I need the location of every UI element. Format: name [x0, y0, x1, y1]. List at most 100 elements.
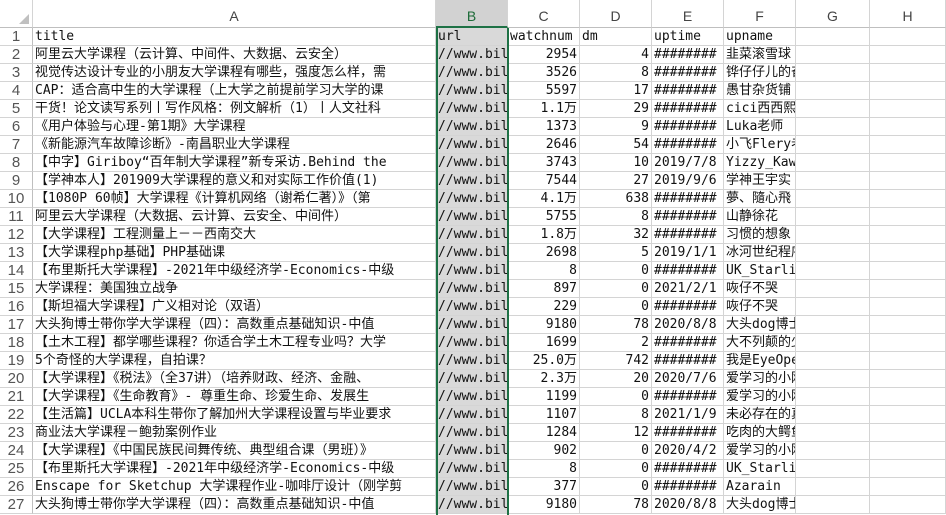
cell-e3[interactable]: ######## — [652, 64, 724, 82]
cell-a4[interactable]: CAP：适合高中生的大学课程（上大学之前提前学习大学的课 — [33, 82, 436, 100]
cell-e21[interactable]: ######## — [652, 388, 724, 406]
cell-a19[interactable]: 5个奇怪的大学课程，自拍课？ — [33, 352, 436, 370]
cell-b25[interactable]: //www.bil — [436, 460, 508, 478]
cell-e14[interactable]: ######## — [652, 262, 724, 280]
cell-d12[interactable]: 32 — [580, 226, 652, 244]
cell-g15[interactable] — [796, 280, 870, 298]
cell-e8[interactable]: 2019/7/8 — [652, 154, 724, 172]
cell-e9[interactable]: 2019/9/6 — [652, 172, 724, 190]
cell-g27[interactable] — [796, 496, 870, 514]
cell-d8[interactable]: 10 — [580, 154, 652, 172]
cell-a22[interactable]: 【生活篇】UCLA本科生带你了解加州大学课程设置与毕业要求 — [33, 406, 436, 424]
cell-h25[interactable] — [870, 460, 946, 478]
cell-a5[interactable]: 干货！论文读写系列丨写作风格：例文解析（1）丨人文社科 — [33, 100, 436, 118]
cell-e1[interactable]: uptime — [652, 28, 724, 46]
cell-d26[interactable]: 0 — [580, 478, 652, 496]
row-header[interactable]: 1 — [0, 28, 33, 46]
cell-g10[interactable] — [796, 190, 870, 208]
cell-b13[interactable]: //www.bil — [436, 244, 508, 262]
cell-f8[interactable]: Yizzy_Kawasaki — [724, 154, 796, 172]
cell-h4[interactable] — [870, 82, 946, 100]
cell-h14[interactable] — [870, 262, 946, 280]
column-header-d[interactable]: D — [580, 0, 652, 28]
column-header-c[interactable]: C — [508, 0, 580, 28]
cell-c22[interactable]: 1107 — [508, 406, 580, 424]
cell-c16[interactable]: 229 — [508, 298, 580, 316]
cell-c24[interactable]: 902 — [508, 442, 580, 460]
cell-e23[interactable]: ######## — [652, 424, 724, 442]
cell-b16[interactable]: //www.bil — [436, 298, 508, 316]
cell-e19[interactable]: ######## — [652, 352, 724, 370]
cell-g25[interactable] — [796, 460, 870, 478]
cell-e11[interactable]: ######## — [652, 208, 724, 226]
cell-g17[interactable] — [796, 316, 870, 334]
cell-f9[interactable]: 学神王宇实 — [724, 172, 796, 190]
cell-h27[interactable] — [870, 496, 946, 514]
cell-d18[interactable]: 2 — [580, 334, 652, 352]
cell-c23[interactable]: 1284 — [508, 424, 580, 442]
cell-h1[interactable] — [870, 28, 946, 46]
cell-e16[interactable]: ######## — [652, 298, 724, 316]
cell-c1[interactable]: watchnum — [508, 28, 580, 46]
cell-a18[interactable]: 【土木工程】都学哪些课程？你适合学土木工程专业吗？大学 — [33, 334, 436, 352]
cell-g14[interactable] — [796, 262, 870, 280]
cell-b14[interactable]: //www.bil — [436, 262, 508, 280]
cell-f11[interactable]: 山静徐花 — [724, 208, 796, 226]
cell-e25[interactable]: ######## — [652, 460, 724, 478]
cell-f23[interactable]: 吃肉的大鳄鱼 — [724, 424, 796, 442]
cell-c10[interactable]: 4.1万 — [508, 190, 580, 208]
cell-a17[interactable]: 大头狗博士带你学大学课程（四）：高数重点基础知识-中值 — [33, 316, 436, 334]
cell-f25[interactable]: UK_Starlight — [724, 460, 796, 478]
cell-b5[interactable]: //www.bil — [436, 100, 508, 118]
cell-e20[interactable]: 2020/7/6 — [652, 370, 724, 388]
cell-g6[interactable] — [796, 118, 870, 136]
cell-a20[interactable]: 【大学课程】《税法》（全37讲）（培养财政、经济、金融、 — [33, 370, 436, 388]
cell-c14[interactable]: 8 — [508, 262, 580, 280]
cell-g20[interactable] — [796, 370, 870, 388]
cell-e13[interactable]: 2019/1/1 — [652, 244, 724, 262]
cell-h2[interactable] — [870, 46, 946, 64]
cell-e17[interactable]: 2020/8/8 — [652, 316, 724, 334]
cell-b8[interactable]: //www.bil — [436, 154, 508, 172]
cell-f13[interactable]: 冰河世纪程序猿 — [724, 244, 796, 262]
cell-d24[interactable]: 0 — [580, 442, 652, 460]
row-header[interactable]: 3 — [0, 64, 33, 82]
cell-f27[interactable]: 大头dog博士和朋友们 — [724, 496, 796, 514]
cell-e18[interactable]: ######## — [652, 334, 724, 352]
cell-g2[interactable] — [796, 46, 870, 64]
cell-b9[interactable]: //www.bil — [436, 172, 508, 190]
cell-c3[interactable]: 3526 — [508, 64, 580, 82]
cell-f24[interactable]: 爱学习的小刚子 — [724, 442, 796, 460]
cell-a2[interactable]: 阿里云大学课程（云计算、中间件、大数据、云安全） — [33, 46, 436, 64]
cell-g22[interactable] — [796, 406, 870, 424]
cell-e2[interactable]: ######## — [652, 46, 724, 64]
cell-c27[interactable]: 9180 — [508, 496, 580, 514]
cell-a24[interactable]: 【大学课程】《中国民族民间舞传统、典型组合课（男班）》 — [33, 442, 436, 460]
row-header[interactable]: 23 — [0, 424, 33, 442]
cell-g23[interactable] — [796, 424, 870, 442]
cell-b7[interactable]: //www.bil — [436, 136, 508, 154]
cell-b3[interactable]: //www.bil — [436, 64, 508, 82]
cell-h11[interactable] — [870, 208, 946, 226]
cell-h6[interactable] — [870, 118, 946, 136]
cell-e27[interactable]: 2020/8/8 — [652, 496, 724, 514]
cell-g19[interactable] — [796, 352, 870, 370]
row-header[interactable]: 27 — [0, 496, 33, 514]
cell-b27[interactable]: //www.bil — [436, 496, 508, 514]
cell-a26[interactable]: Enscape for Sketchup 大学课程作业-咖啡厅设计（刚学剪 — [33, 478, 436, 496]
column-header-b[interactable]: B — [436, 0, 508, 28]
row-header[interactable]: 24 — [0, 442, 33, 460]
cell-e22[interactable]: 2021/1/9 — [652, 406, 724, 424]
cell-a14[interactable]: 【布里斯托大学课程】-2021年中级经济学-Economics-中级 — [33, 262, 436, 280]
row-header[interactable]: 2 — [0, 46, 33, 64]
cell-g8[interactable] — [796, 154, 870, 172]
cell-h9[interactable] — [870, 172, 946, 190]
cell-c21[interactable]: 1199 — [508, 388, 580, 406]
cell-d6[interactable]: 9 — [580, 118, 652, 136]
cell-f21[interactable]: 爱学习的小刚子 — [724, 388, 796, 406]
cell-h20[interactable] — [870, 370, 946, 388]
cell-d23[interactable]: 12 — [580, 424, 652, 442]
cell-grid[interactable]: 1 title url watchnum dm uptime upname 2 阿里云大学课程（… — [0, 28, 946, 515]
cell-f10[interactable]: 夢、隨心飛 — [724, 190, 796, 208]
row-header[interactable]: 4 — [0, 82, 33, 100]
